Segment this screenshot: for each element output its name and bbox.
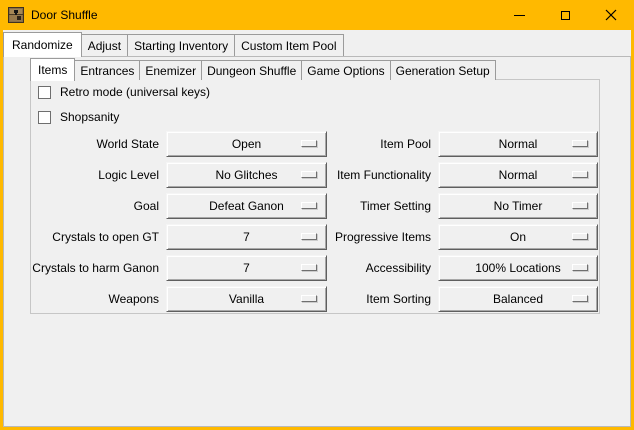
crystals-open-gt-value: 7 <box>243 230 250 244</box>
progressive-items-value: On <box>510 230 526 244</box>
item-functionality-label: Item Functionality <box>337 162 431 188</box>
crystals-harm-ganon-label: Crystals to harm Ganon <box>32 255 159 281</box>
maximize-icon <box>561 11 570 20</box>
window-content: Randomize Adjust Starting Inventory Cust… <box>3 30 631 427</box>
checkbox-icon <box>38 86 51 99</box>
timer-setting-dropdown[interactable]: No Timer <box>438 193 598 219</box>
world-state-value: Open <box>232 137 261 151</box>
items-pane: Retro mode (universal keys) Shopsanity W… <box>30 79 600 314</box>
door-chest-icon <box>8 7 24 23</box>
crystals-harm-ganon-value: 7 <box>243 261 250 275</box>
tab-custom-item-pool[interactable]: Custom Item Pool <box>234 34 343 56</box>
weapons-value: Vanilla <box>229 292 264 306</box>
tab-entrances[interactable]: Entrances <box>74 60 140 80</box>
tab-adjust[interactable]: Adjust <box>81 34 128 56</box>
item-functionality-value: Normal <box>499 168 538 182</box>
door-shuffle-window: Door Shuffle Randomize Adjust Starting I… <box>0 0 634 430</box>
tab-game-options[interactable]: Game Options <box>301 60 390 80</box>
dropdown-indicator-icon <box>301 171 317 178</box>
item-pool-value: Normal <box>499 137 538 151</box>
dropdown-indicator-icon <box>572 140 588 147</box>
retro-mode-checkbox[interactable]: Retro mode (universal keys) <box>38 83 210 101</box>
progressive-items-dropdown[interactable]: On <box>438 224 598 250</box>
window-title: Door Shuffle <box>31 0 98 30</box>
dropdown-indicator-icon <box>572 202 588 209</box>
dropdown-indicator-icon <box>301 140 317 147</box>
dropdown-indicator-icon <box>301 295 317 302</box>
accessibility-value: 100% Locations <box>475 261 560 275</box>
progressive-items-label: Progressive Items <box>335 224 431 250</box>
crystals-open-gt-dropdown[interactable]: 7 <box>166 224 327 250</box>
minimize-icon <box>514 15 525 16</box>
item-pool-dropdown[interactable]: Normal <box>438 131 598 157</box>
item-pool-label: Item Pool <box>380 131 431 157</box>
sub-tab-bar: Items Entrances Enemizer Dungeon Shuffle… <box>30 57 495 80</box>
goal-label: Goal <box>134 193 159 219</box>
world-state-dropdown[interactable]: Open <box>166 131 327 157</box>
item-sorting-value: Balanced <box>493 292 543 306</box>
dropdown-indicator-icon <box>301 233 317 240</box>
weapons-label: Weapons <box>109 286 159 312</box>
main-tab-bar: Randomize Adjust Starting Inventory Cust… <box>3 31 343 56</box>
dropdown-indicator-icon <box>301 202 317 209</box>
tab-generation-setup[interactable]: Generation Setup <box>390 60 496 80</box>
weapons-dropdown[interactable]: Vanilla <box>166 286 327 312</box>
dropdown-indicator-icon <box>572 233 588 240</box>
tab-enemizer[interactable]: Enemizer <box>139 60 202 80</box>
retro-mode-label: Retro mode (universal keys) <box>60 85 210 99</box>
shopsanity-checkbox[interactable]: Shopsanity <box>38 108 119 126</box>
accessibility-dropdown[interactable]: 100% Locations <box>438 255 598 281</box>
tab-dungeon-shuffle[interactable]: Dungeon Shuffle <box>201 60 302 80</box>
tab-starting-inventory[interactable]: Starting Inventory <box>127 34 235 56</box>
timer-setting-label: Timer Setting <box>360 193 431 219</box>
item-sorting-dropdown[interactable]: Balanced <box>438 286 598 312</box>
item-functionality-dropdown[interactable]: Normal <box>438 162 598 188</box>
dropdown-indicator-icon <box>572 295 588 302</box>
logic-level-value: No Glitches <box>215 168 277 182</box>
tab-items[interactable]: Items <box>30 58 75 81</box>
window-controls <box>496 0 634 30</box>
dropdown-indicator-icon <box>301 264 317 271</box>
titlebar[interactable]: Door Shuffle <box>0 0 634 30</box>
item-sorting-label: Item Sorting <box>366 286 431 312</box>
goal-value: Defeat Ganon <box>209 199 284 213</box>
goal-dropdown[interactable]: Defeat Ganon <box>166 193 327 219</box>
close-button[interactable] <box>588 0 634 30</box>
dropdown-indicator-icon <box>572 264 588 271</box>
accessibility-label: Accessibility <box>366 255 431 281</box>
logic-level-label: Logic Level <box>98 162 159 188</box>
crystals-open-gt-label: Crystals to open GT <box>52 224 159 250</box>
tab-randomize[interactable]: Randomize <box>3 32 82 57</box>
dropdown-indicator-icon <box>572 171 588 178</box>
maximize-button[interactable] <box>542 0 588 30</box>
timer-setting-value: No Timer <box>494 199 543 213</box>
shopsanity-label: Shopsanity <box>60 110 119 124</box>
crystals-harm-ganon-dropdown[interactable]: 7 <box>166 255 327 281</box>
checkbox-icon <box>38 111 51 124</box>
close-icon <box>605 9 617 21</box>
world-state-label: World State <box>97 131 159 157</box>
logic-level-dropdown[interactable]: No Glitches <box>166 162 327 188</box>
minimize-button[interactable] <box>496 0 542 30</box>
